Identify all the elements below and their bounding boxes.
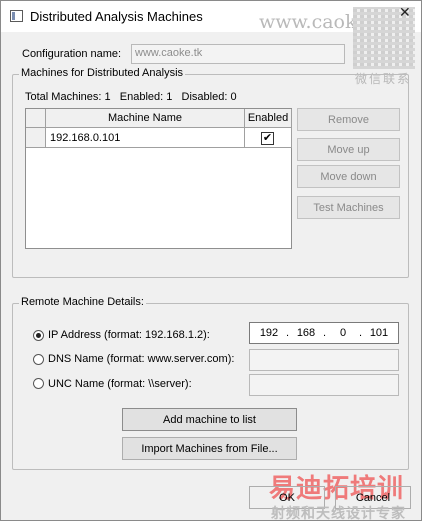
column-header-machine-name[interactable]: Machine Name: [46, 109, 245, 128]
unc-name-label[interactable]: UNC Name (format: \\server):: [48, 378, 192, 390]
dns-name-radio[interactable]: [33, 354, 44, 365]
move-down-button[interactable]: Move down: [297, 165, 400, 188]
ip-address-label[interactable]: IP Address (format: 192.168.1.2):: [48, 329, 210, 341]
machines-table[interactable]: Machine Name Enabled 192.168.0.101 ✔: [25, 108, 292, 249]
table-row[interactable]: 192.168.0.101 ✔: [26, 128, 292, 148]
ip-octet-2[interactable]: 168: [295, 327, 317, 339]
ip-dot: .: [359, 327, 363, 339]
enabled-cell[interactable]: ✔: [245, 128, 292, 148]
move-up-button[interactable]: Move up: [297, 138, 400, 161]
dns-name-label[interactable]: DNS Name (format: www.server.com):: [48, 353, 234, 365]
remote-details-title: Remote Machine Details:: [19, 296, 146, 308]
machines-group-title: Machines for Distributed Analysis: [19, 67, 186, 79]
machine-name-text: 192.168.0.101: [50, 132, 121, 144]
machine-name-cell[interactable]: 192.168.0.101: [46, 128, 245, 148]
config-name-label: Configuration name:: [22, 48, 122, 60]
dialog-window: Distributed Analysis Machines www.caoke.…: [0, 0, 422, 521]
table-corner: [26, 109, 46, 128]
add-machine-button[interactable]: Add machine to list: [122, 408, 297, 431]
app-icon: [10, 10, 23, 22]
config-name-field[interactable]: www.caoke.tk: [131, 44, 345, 64]
enabled-checkbox[interactable]: ✔: [261, 132, 274, 145]
machine-summary: Total Machines: 1 Enabled: 1 Disabled: 0: [25, 91, 237, 103]
close-icon[interactable]: ✕: [399, 4, 411, 21]
ip-address-input[interactable]: 192 . 168 . 0 . 101: [249, 322, 399, 344]
window-title: Distributed Analysis Machines: [30, 9, 203, 24]
ip-address-radio[interactable]: [33, 330, 44, 341]
row-header[interactable]: [26, 128, 46, 148]
remove-button[interactable]: Remove: [297, 108, 400, 131]
ip-dot: .: [323, 327, 327, 339]
ip-octet-4[interactable]: 101: [368, 327, 390, 339]
ip-octet-1[interactable]: 192: [258, 327, 280, 339]
column-header-enabled[interactable]: Enabled: [245, 109, 292, 128]
ip-dot: .: [286, 327, 290, 339]
ip-octet-3[interactable]: 0: [332, 327, 354, 339]
dns-name-field[interactable]: [249, 349, 399, 371]
title-bar[interactable]: Distributed Analysis Machines www.caoke.…: [1, 1, 421, 69]
import-machines-button[interactable]: Import Machines from File...: [122, 437, 297, 460]
unc-name-field[interactable]: [249, 374, 399, 396]
unc-name-radio[interactable]: [33, 378, 44, 389]
watermark-subtitle: 射频和天线设计专家: [271, 505, 406, 521]
test-machines-button[interactable]: Test Machines: [297, 196, 400, 219]
